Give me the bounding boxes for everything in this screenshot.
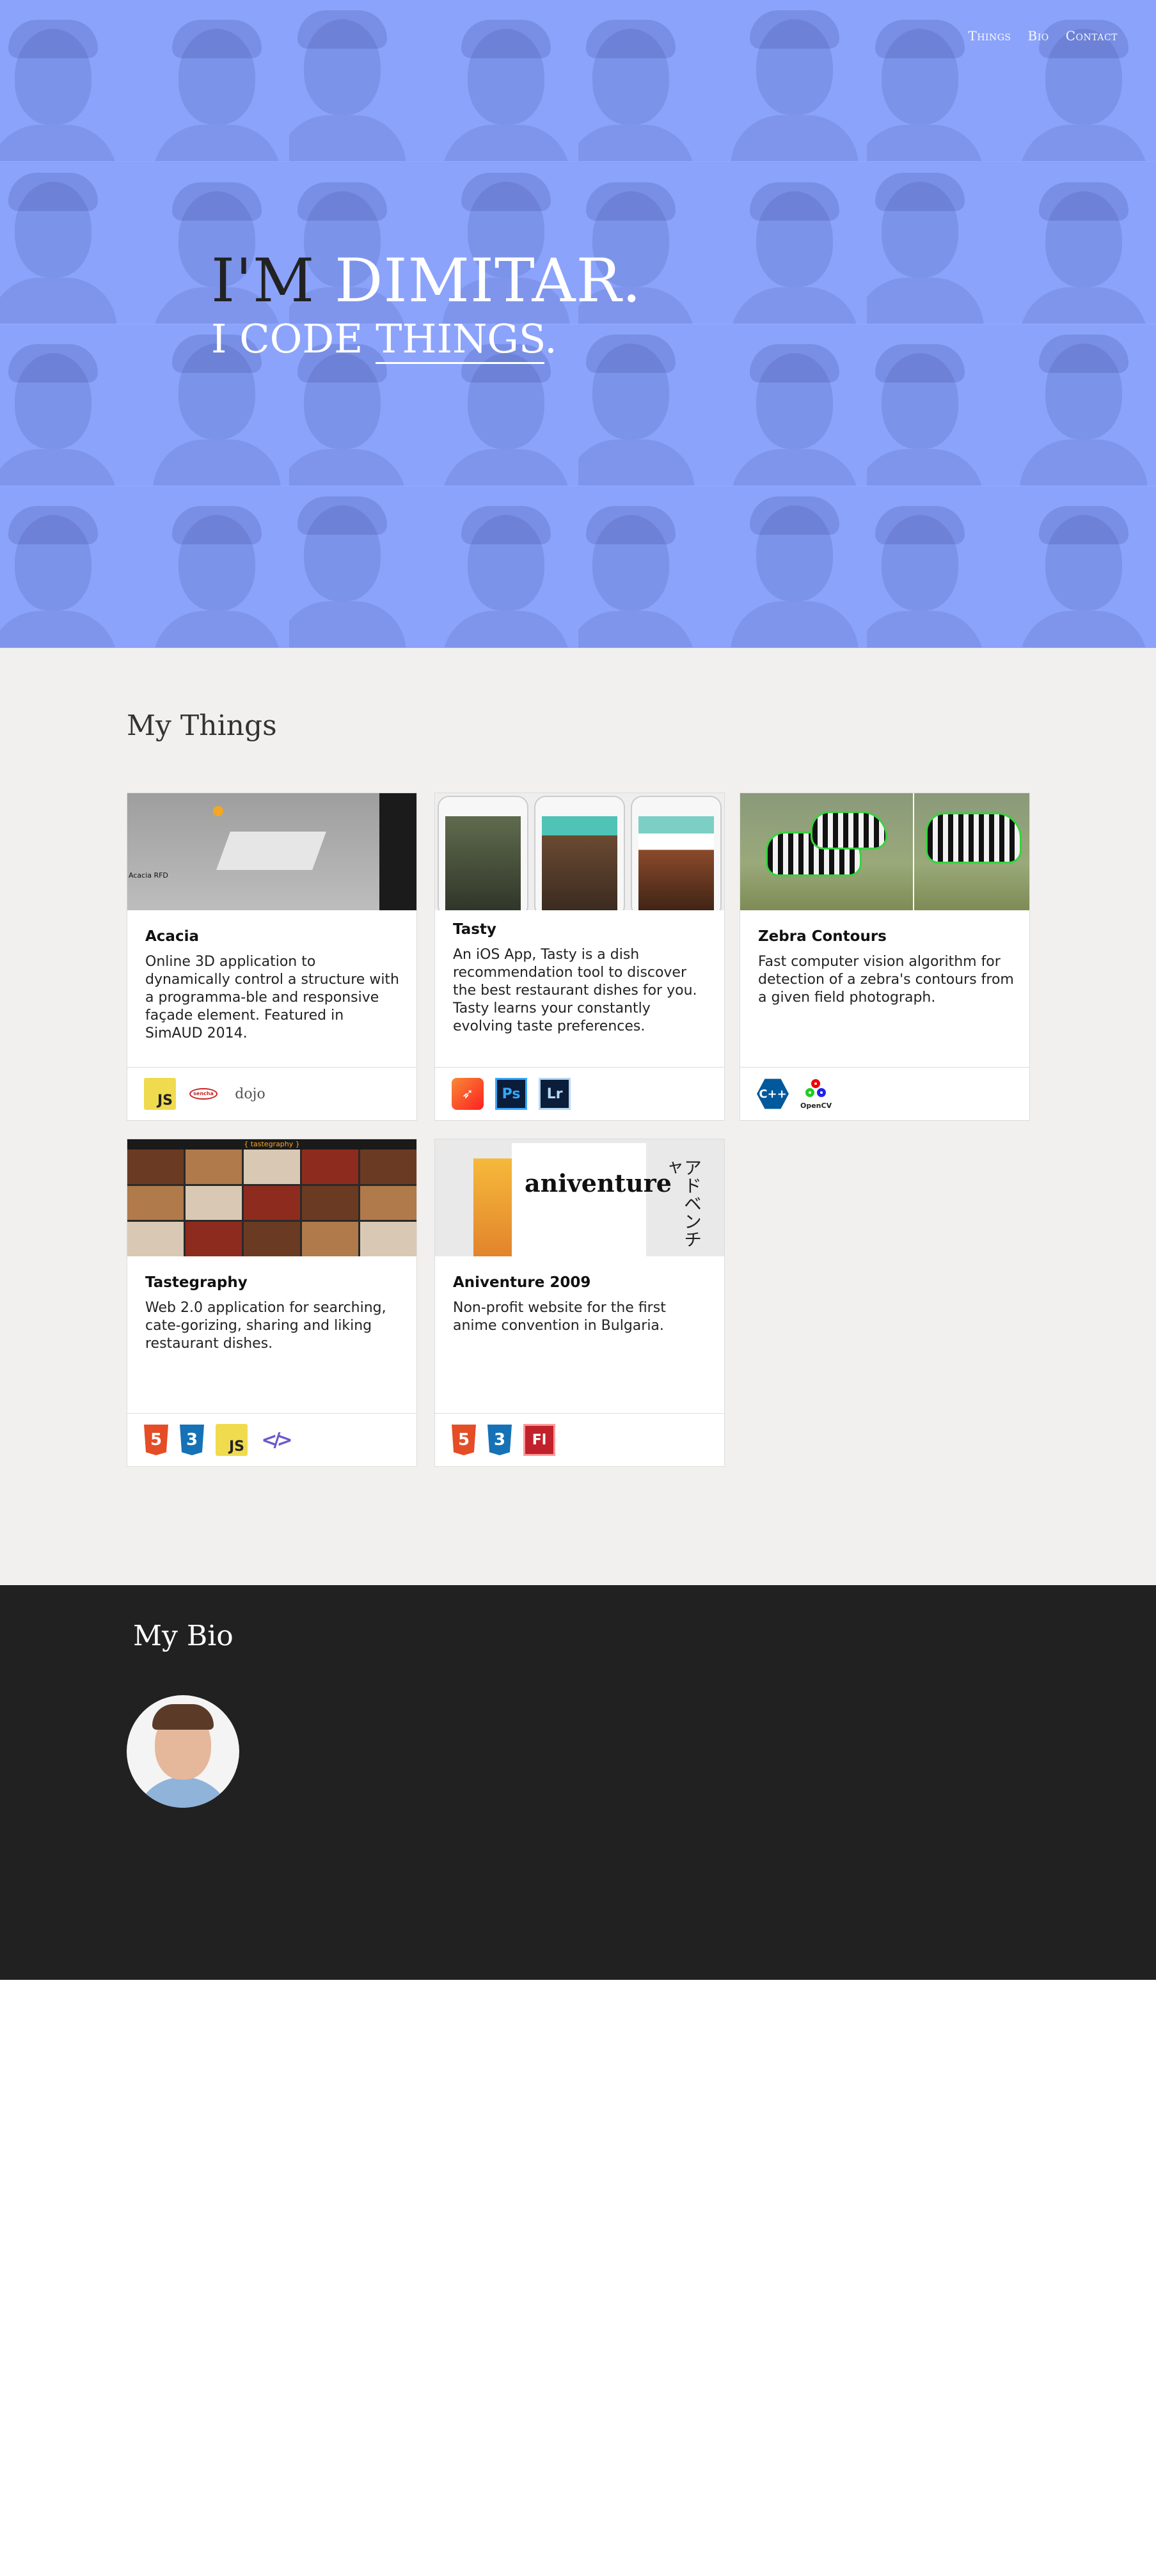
- aniventure-image-label: aniventure: [525, 1169, 672, 1197]
- project-card-acacia[interactable]: Acacia RFD Acacia Online 3D application …: [127, 793, 417, 1121]
- polymer-icon: </>: [261, 1428, 292, 1451]
- card-description: Fast computer vision algorithm for detec…: [758, 954, 1014, 1006]
- lightroom-icon: Lr: [539, 1078, 571, 1110]
- card-description: An iOS App, Tasty is a dish recommendati…: [453, 947, 697, 1034]
- acacia-image-label: Acacia RFD: [129, 871, 168, 880]
- photoshop-icon: Ps: [495, 1078, 527, 1110]
- hero-name: DIMITAR.: [335, 246, 642, 316]
- project-card-zebra-contours[interactable]: Zebra Contours Fast computer vision algo…: [740, 793, 1030, 1121]
- hero-tagline-suffix: .: [544, 315, 557, 362]
- things-section: My Things Acacia RFD Acacia Online 3D ap…: [0, 648, 1156, 1585]
- zebra-photo: [740, 793, 1029, 910]
- bio-section-title: My Bio: [133, 1620, 234, 1652]
- nav-link-bio[interactable]: Bio: [1028, 28, 1049, 43]
- opencv-icon: OpenCV: [800, 1078, 832, 1110]
- hero-heading: I'M DIMITAR. I CODE THINGS.: [211, 246, 642, 364]
- hero-prefix: I'M: [211, 246, 315, 316]
- tasty-screenshot: [435, 793, 724, 910]
- hero-line-name: I'M DIMITAR.: [211, 246, 642, 317]
- project-card-tastegraphy[interactable]: { tastegraphy } Tastegraphy Web 2.0 appl…: [127, 1139, 417, 1467]
- aniventure-screenshot: aniventure アドベンチャ: [435, 1139, 724, 1256]
- project-card-aniventure[interactable]: aniventure アドベンチャ Aniventure 2009 Non-pr…: [434, 1139, 725, 1467]
- acacia-screenshot: Acacia RFD: [127, 793, 416, 910]
- hero-things-link[interactable]: THINGS: [376, 315, 545, 364]
- card-title: Zebra Contours: [758, 928, 887, 945]
- css3-icon: 3: [180, 1425, 204, 1455]
- bio-section: My Bio: [0, 1585, 1156, 1980]
- dojo-icon: dojo: [235, 1086, 265, 1102]
- things-section-title: My Things: [127, 709, 277, 742]
- card-tech-stack: 5 3 JS </>: [127, 1413, 416, 1466]
- project-card-tasty[interactable]: Tasty An iOS App, Tasty is a dish recomm…: [434, 793, 725, 1121]
- hero-tagline-prefix: I CODE: [211, 315, 363, 362]
- hero-line-tagline: I CODE THINGS.: [211, 314, 642, 364]
- javascript-icon: JS: [144, 1078, 176, 1110]
- card-description: Web 2.0 application for searching, cate-…: [145, 1300, 386, 1352]
- avatar: [127, 1695, 239, 1808]
- swift-icon: ➶: [452, 1078, 484, 1110]
- css3-icon: 3: [487, 1425, 512, 1455]
- card-tech-stack: C++ OpenCV: [740, 1067, 1029, 1120]
- tastegraphy-screenshot: { tastegraphy }: [127, 1139, 416, 1256]
- card-title: Aniventure 2009: [453, 1274, 591, 1291]
- card-title: Acacia: [145, 928, 199, 945]
- flash-icon: Fl: [523, 1424, 555, 1456]
- cpp-icon: C++: [757, 1079, 789, 1109]
- card-description: Non-profit website for the first anime c…: [453, 1300, 666, 1334]
- card-tech-stack: ➶ Ps Lr: [435, 1067, 724, 1120]
- javascript-icon: JS: [216, 1424, 248, 1456]
- card-tech-stack: JS sencha dojo: [127, 1067, 416, 1120]
- card-title: Tastegraphy: [145, 1274, 248, 1291]
- sencha-icon: sencha: [187, 1078, 219, 1110]
- card-title: Tasty: [453, 921, 496, 938]
- tastegraphy-image-label: { tastegraphy }: [127, 1139, 416, 1150]
- top-nav: Things Bio Contact: [968, 28, 1118, 43]
- card-tech-stack: 5 3 Fl: [435, 1413, 724, 1466]
- card-description: Online 3D application to dynamically con…: [145, 954, 399, 1041]
- nav-link-contact[interactable]: Contact: [1066, 28, 1118, 43]
- html5-icon: 5: [144, 1425, 168, 1455]
- html5-icon: 5: [452, 1425, 476, 1455]
- nav-link-things[interactable]: Things: [968, 28, 1011, 43]
- hero-section: Things Bio Contact I'M DIMITAR. I CODE T…: [0, 0, 1156, 648]
